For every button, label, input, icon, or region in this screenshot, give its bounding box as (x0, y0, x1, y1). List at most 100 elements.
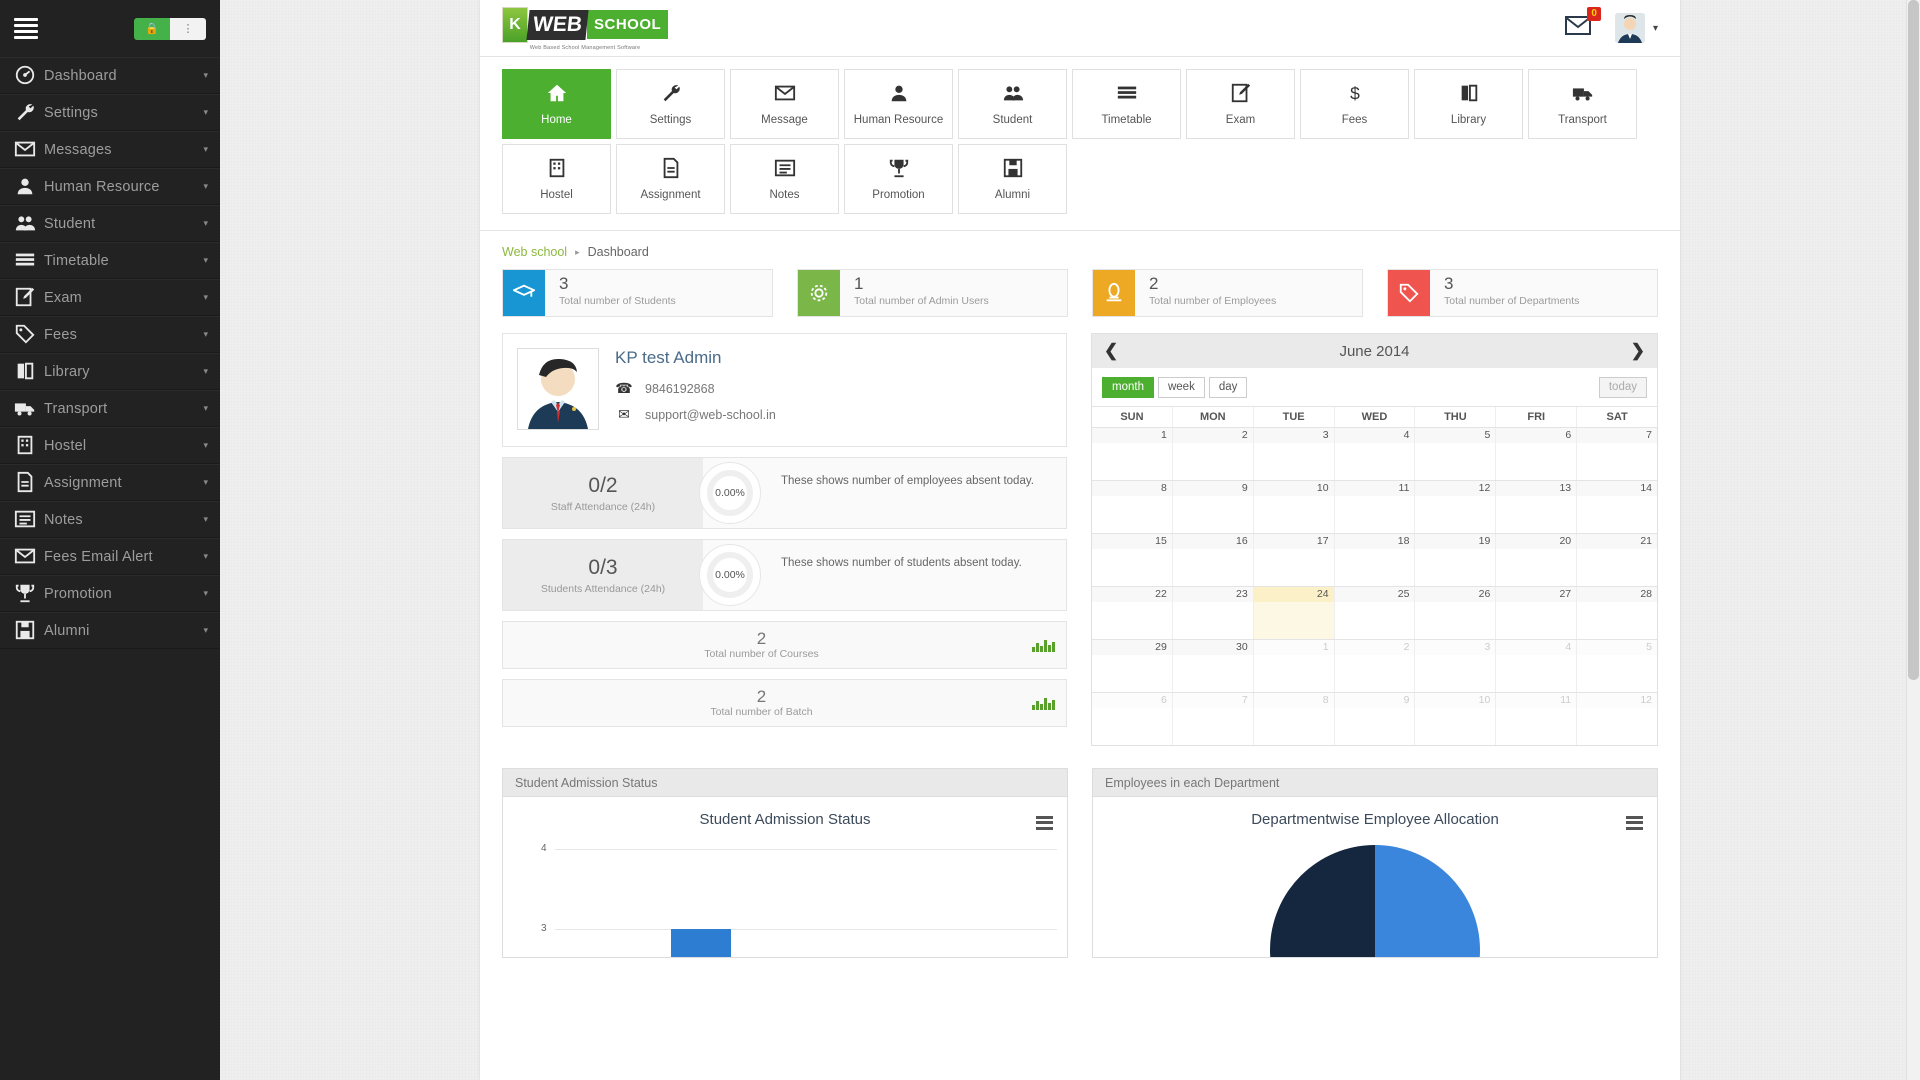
calendar-day-cell[interactable]: 10 (1253, 481, 1335, 533)
calendar-day-cell[interactable]: 22 (1092, 587, 1173, 639)
calendar-day-cell[interactable]: 25 (1334, 587, 1416, 639)
calendar-day-cell[interactable]: 4 (1496, 640, 1578, 692)
calendar-day-cell[interactable]: 7 (1577, 428, 1658, 480)
lock-icon[interactable]: 🔒 (134, 17, 170, 40)
sidebar-item-promotion[interactable]: Promotion ▾ (0, 575, 220, 612)
calendar-day-cell[interactable]: 6 (1092, 693, 1173, 745)
calendar-view-day[interactable]: day (1208, 376, 1248, 398)
calendar-day-cell[interactable]: 17 (1253, 534, 1335, 586)
attendance-label: Students Attendance (24h) (540, 582, 666, 595)
grid-icon[interactable]: ⋮ (170, 17, 206, 40)
calendar-day-cell[interactable]: 2 (1334, 640, 1416, 692)
sidebar-item-dashboard[interactable]: Dashboard ▾ (0, 57, 220, 94)
shortcut-hostel[interactable]: Hostel (502, 144, 611, 214)
calendar-day-cell[interactable]: 7 (1172, 693, 1254, 745)
chevron-right-icon[interactable]: ❯ (1631, 341, 1645, 361)
sidebar-item-fees-email-alert[interactable]: Fees Email Alert ▾ (0, 538, 220, 575)
page-scrollbar[interactable] (1906, 0, 1920, 1080)
stat-card[interactable]: 2 Total number of Employees (1092, 269, 1363, 317)
calendar-day-cell[interactable]: 11 (1496, 693, 1578, 745)
calendar-day-cell[interactable]: 28 (1577, 587, 1658, 639)
hamburger-menu-icon[interactable] (1626, 813, 1643, 832)
calendar-day-number: 11 (1560, 694, 1572, 706)
sidebar-item-student[interactable]: Student ▾ (0, 205, 220, 242)
calendar-day-cell[interactable]: 5 (1415, 428, 1497, 480)
calendar-view-month[interactable]: month (1102, 376, 1154, 398)
sidebar-item-assignment[interactable]: Assignment ▾ (0, 464, 220, 501)
calendar-day-cell[interactable]: 30 (1172, 640, 1254, 692)
calendar-day-cell[interactable]: 24 (1253, 587, 1335, 639)
calendar-day-cell[interactable]: 3 (1253, 428, 1335, 480)
calendar-day-cell[interactable]: 21 (1577, 534, 1658, 586)
calendar-day-cell[interactable]: 18 (1334, 534, 1416, 586)
calendar-day-cell[interactable]: 8 (1092, 481, 1173, 533)
shortcut-human-resource[interactable]: Human Resource (844, 69, 953, 139)
shortcut-fees[interactable]: $ Fees (1300, 69, 1409, 139)
calendar-day-cell[interactable]: 12 (1415, 481, 1497, 533)
shortcut-student[interactable]: Student (958, 69, 1067, 139)
stat-card[interactable]: 3 Total number of Departments (1387, 269, 1658, 317)
sidebar-item-fees[interactable]: Fees ▾ (0, 316, 220, 353)
calendar-day-cell[interactable]: 29 (1092, 640, 1173, 692)
user-menu[interactable]: ▾ (1614, 13, 1658, 43)
sidebar-item-notes[interactable]: Notes ▾ (0, 501, 220, 538)
menu-toggle-icon[interactable] (14, 15, 38, 42)
calendar-day-cell[interactable]: 19 (1415, 534, 1497, 586)
sidebar-item-library[interactable]: Library ▾ (0, 353, 220, 390)
logo-tagline: Web Based School Management Software (529, 44, 641, 51)
calendar-day-cell[interactable]: 20 (1496, 534, 1578, 586)
calendar-day-cell[interactable]: 15 (1092, 534, 1173, 586)
sidebar-item-hostel[interactable]: Hostel ▾ (0, 427, 220, 464)
calendar-day-cell[interactable]: 14 (1577, 481, 1658, 533)
breadcrumb-root[interactable]: Web school (502, 245, 567, 259)
sidebar-item-transport[interactable]: Transport ▾ (0, 390, 220, 427)
app-logo[interactable]: K WEB SCHOOL Web Based School Management… (502, 6, 669, 51)
sidebar-item-messages[interactable]: Messages ▾ (0, 131, 220, 168)
calendar-day-cell[interactable]: 1 (1092, 428, 1173, 480)
calendar-view-week[interactable]: week (1157, 376, 1205, 398)
calendar-day-cell[interactable]: 4 (1334, 428, 1416, 480)
shortcut-timetable[interactable]: Timetable (1072, 69, 1181, 139)
calendar-dow-header: MON (1173, 407, 1254, 427)
calendar-day-cell[interactable]: 3 (1415, 640, 1497, 692)
stat-card[interactable]: 3 Total number of Students (502, 269, 773, 317)
stat-value: 3 (559, 274, 569, 293)
calendar-today-button[interactable]: today (1598, 376, 1647, 398)
calendar-day-cell[interactable]: 8 (1253, 693, 1335, 745)
shortcut-alumni[interactable]: Alumni (958, 144, 1067, 214)
shortcut-promotion[interactable]: Promotion (844, 144, 953, 214)
calendar-day-cell[interactable]: 5 (1577, 640, 1658, 692)
shortcut-home[interactable]: Home (502, 69, 611, 139)
calendar-day-cell[interactable]: 6 (1496, 428, 1578, 480)
shortcut-assignment[interactable]: Assignment (616, 144, 725, 214)
hamburger-menu-icon[interactable] (1036, 813, 1053, 832)
sidebar-item-alumni[interactable]: Alumni ▾ (0, 612, 220, 649)
calendar-day-cell[interactable]: 26 (1415, 587, 1497, 639)
sidebar-item-settings[interactable]: Settings ▾ (0, 94, 220, 131)
calendar-day-cell[interactable]: 16 (1172, 534, 1254, 586)
calendar-day-cell[interactable]: 9 (1334, 693, 1416, 745)
calendar-day-cell[interactable]: 13 (1496, 481, 1578, 533)
calendar-day-cell[interactable]: 27 (1496, 587, 1578, 639)
shortcut-exam[interactable]: Exam (1186, 69, 1295, 139)
calendar-day-cell[interactable]: 10 (1415, 693, 1497, 745)
chevron-left-icon[interactable]: ❮ (1104, 341, 1118, 361)
stat-card[interactable]: 1 Total number of Admin Users (797, 269, 1068, 317)
sidebar-item-timetable[interactable]: Timetable ▾ (0, 242, 220, 279)
calendar-day-cell[interactable]: 23 (1172, 587, 1254, 639)
messages-button[interactable]: 0 (1564, 7, 1601, 40)
calendar-day-cell[interactable]: 1 (1253, 640, 1335, 692)
calendar-day-cell[interactable]: 11 (1334, 481, 1416, 533)
calendar-day-cell[interactable]: 2 (1172, 428, 1254, 480)
calendar-day-cell[interactable]: 9 (1172, 481, 1254, 533)
shortcut-notes[interactable]: Notes (730, 144, 839, 214)
shortcut-library[interactable]: Library (1414, 69, 1523, 139)
sidebar-item-human-resource[interactable]: Human Resource ▾ (0, 168, 220, 205)
sidebar-item-exam[interactable]: Exam ▾ (0, 279, 220, 316)
calendar-day-cell[interactable]: 12 (1577, 693, 1658, 745)
shortcut-settings[interactable]: Settings (616, 69, 725, 139)
shortcut-message[interactable]: Message (730, 69, 839, 139)
shortcut-transport[interactable]: Transport (1528, 69, 1637, 139)
scrollbar-thumb[interactable] (1908, 0, 1919, 680)
shortcut-label: Alumni (994, 189, 1031, 201)
